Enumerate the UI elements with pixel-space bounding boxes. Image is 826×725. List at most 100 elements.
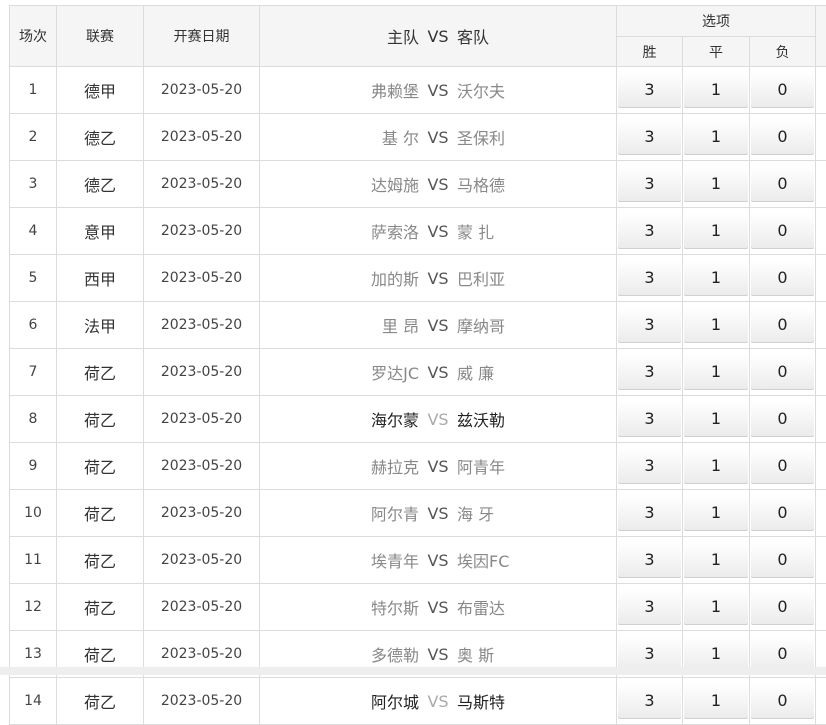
header-options: 选项 (617, 6, 816, 37)
draw-option-button[interactable]: 1 (684, 72, 748, 108)
draw-cell: 1 (683, 678, 750, 725)
match-date: 2023-05-20 (144, 302, 260, 349)
draw-option-button[interactable]: 1 (684, 119, 748, 155)
draw-option-button[interactable]: 1 (684, 542, 748, 578)
away-team: 马格德 (449, 172, 616, 196)
teams-cell: 里 昂 VS 摩纳哥 (260, 302, 617, 349)
draw-option-button[interactable]: 1 (684, 307, 748, 343)
teams-cell: 加的斯 VS 巴利亚 (260, 255, 617, 302)
teams-cell: 阿尔青 VS 海 牙 (260, 490, 617, 537)
lose-cell: 0 (750, 161, 816, 208)
lose-option-button[interactable]: 0 (751, 683, 814, 719)
draw-option-button[interactable]: 1 (684, 448, 748, 484)
table-row: 9 荷乙 2023-05-20 赫拉克 VS 阿青年 3 1 0 (10, 443, 826, 490)
home-team: 特尔斯 (260, 595, 427, 619)
draw-option-button[interactable]: 1 (684, 683, 748, 719)
win-cell: 3 (617, 678, 683, 725)
win-option-button[interactable]: 3 (618, 260, 681, 296)
table-row: 14 荷乙 2023-05-20 阿尔城 VS 马斯特 3 1 0 (10, 678, 826, 725)
win-option-button[interactable]: 3 (618, 542, 681, 578)
vs-label: VS (427, 128, 449, 147)
win-option-button[interactable]: 3 (618, 72, 681, 108)
round-number: 8 (10, 396, 57, 443)
win-cell: 3 (617, 584, 683, 631)
win-option-button[interactable]: 3 (618, 307, 681, 343)
vs-label: VS (427, 551, 449, 570)
row-edge (816, 396, 826, 443)
draw-option-button[interactable]: 1 (684, 260, 748, 296)
win-option-button[interactable]: 3 (618, 589, 681, 625)
horizontal-scrollbar[interactable] (0, 667, 826, 675)
lose-option-button[interactable]: 0 (751, 119, 814, 155)
lose-option-button[interactable]: 0 (751, 542, 814, 578)
home-team: 罗达JC (260, 360, 427, 384)
lose-option-button[interactable]: 0 (751, 166, 814, 202)
match-date: 2023-05-20 (144, 161, 260, 208)
win-option-button[interactable]: 3 (618, 119, 681, 155)
table-row: 8 荷乙 2023-05-20 海尔蒙 VS 兹沃勒 3 1 0 (10, 396, 826, 443)
lose-option-button[interactable]: 0 (751, 72, 814, 108)
lose-option-button[interactable]: 0 (751, 354, 814, 390)
home-team: 阿尔青 (260, 501, 427, 525)
away-team: 阿青年 (449, 454, 616, 478)
round-number: 1 (10, 67, 57, 114)
round-number: 7 (10, 349, 57, 396)
match-date: 2023-05-20 (144, 396, 260, 443)
draw-option-button[interactable]: 1 (684, 166, 748, 202)
away-team: 沃尔夫 (449, 78, 616, 102)
away-team: 马斯特 (449, 689, 616, 713)
lose-option-button[interactable]: 0 (751, 448, 814, 484)
row-edge (816, 537, 826, 584)
home-team: 基 尔 (260, 125, 427, 149)
win-option-button[interactable]: 3 (618, 448, 681, 484)
win-cell: 3 (617, 490, 683, 537)
lose-option-button[interactable]: 0 (751, 589, 814, 625)
lose-option-button[interactable]: 0 (751, 495, 814, 531)
win-option-button[interactable]: 3 (618, 495, 681, 531)
lose-option-button[interactable]: 0 (751, 401, 814, 437)
row-edge (816, 584, 826, 631)
win-option-button[interactable]: 3 (618, 683, 681, 719)
win-option-button[interactable]: 3 (618, 213, 681, 249)
vs-label: VS (427, 316, 449, 335)
round-number: 10 (10, 490, 57, 537)
league-name: 荷乙 (57, 584, 144, 631)
row-edge (816, 443, 826, 490)
draw-option-button[interactable]: 1 (684, 213, 748, 249)
vs-label: VS (427, 457, 449, 476)
home-team: 赫拉克 (260, 454, 427, 478)
home-team: 加的斯 (260, 266, 427, 290)
league-name: 法甲 (57, 302, 144, 349)
lose-option-button[interactable]: 0 (751, 307, 814, 343)
win-option-button[interactable]: 3 (618, 166, 681, 202)
lose-cell: 0 (750, 537, 816, 584)
lose-option-button[interactable]: 0 (751, 260, 814, 296)
win-cell: 3 (617, 161, 683, 208)
win-option-button[interactable]: 3 (618, 401, 681, 437)
draw-option-button[interactable]: 1 (684, 354, 748, 390)
draw-option-button[interactable]: 1 (684, 401, 748, 437)
win-cell: 3 (617, 349, 683, 396)
table-row: 6 法甲 2023-05-20 里 昂 VS 摩纳哥 3 1 0 (10, 302, 826, 349)
row-edge (816, 490, 826, 537)
vs-label: VS (427, 363, 449, 382)
header-round: 场次 (10, 6, 57, 67)
away-team: 奥 斯 (449, 642, 616, 666)
win-cell: 3 (617, 396, 683, 443)
lose-option-button[interactable]: 0 (751, 213, 814, 249)
match-date: 2023-05-20 (144, 490, 260, 537)
draw-option-button[interactable]: 1 (684, 495, 748, 531)
teams-cell: 赫拉克 VS 阿青年 (260, 443, 617, 490)
row-edge (816, 114, 826, 161)
win-option-button[interactable]: 3 (618, 354, 681, 390)
league-name: 德乙 (57, 114, 144, 161)
league-name: 德甲 (57, 67, 144, 114)
win-cell: 3 (617, 67, 683, 114)
away-team: 埃因FC (449, 548, 616, 572)
table-row: 11 荷乙 2023-05-20 埃青年 VS 埃因FC 3 1 0 (10, 537, 826, 584)
league-name: 西甲 (57, 255, 144, 302)
match-table: 场次 联赛 开赛日期 主队 VS 客队 选项 胜 平 负 (9, 5, 826, 725)
table-row: 12 荷乙 2023-05-20 特尔斯 VS 布雷达 3 1 0 (10, 584, 826, 631)
draw-cell: 1 (683, 302, 750, 349)
draw-option-button[interactable]: 1 (684, 589, 748, 625)
